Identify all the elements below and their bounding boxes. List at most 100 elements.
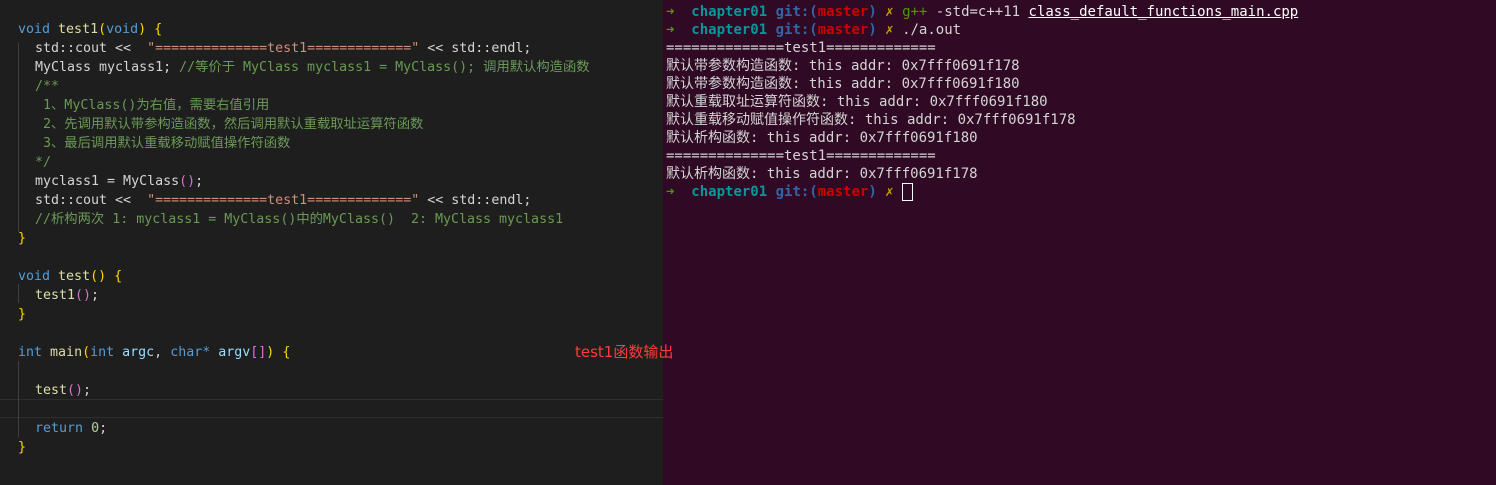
code-line: //析构两次 1: myclass1 = MyClass()中的MyClass(… bbox=[35, 210, 563, 229]
code-token: "==============test1=============" bbox=[147, 193, 420, 208]
current-line-highlight bbox=[0, 399, 663, 418]
terminal-token: ➜ bbox=[666, 4, 692, 20]
code-token: () bbox=[90, 269, 107, 284]
terminal-line: ➜ chapter01 git:(master) ✗ ./a.out bbox=[666, 21, 961, 39]
code-token: } bbox=[18, 231, 27, 246]
terminal-line: 默认带参数构造函数: this addr: 0x7fff0691f180 bbox=[666, 75, 1020, 93]
code-token: //析构两次 1: myclass1 = MyClass()中的MyClass(… bbox=[35, 212, 564, 227]
terminal-token: master bbox=[817, 22, 869, 38]
terminal-line: 默认重载取址运算符函数: this addr: 0x7fff0691f180 bbox=[666, 93, 1048, 111]
code-line: 1、MyClass()为右值，需要右值引用 bbox=[35, 96, 269, 115]
code-token: myclass1 = MyClass bbox=[35, 174, 180, 189]
code-line: void test() { bbox=[18, 267, 122, 286]
terminal-token: class_default_functions_main.cpp bbox=[1028, 4, 1299, 20]
terminal-token: ==============test1============= bbox=[666, 148, 936, 164]
code-line: myclass1 = MyClass(); bbox=[35, 172, 203, 191]
terminal-token: master bbox=[817, 4, 869, 20]
terminal-token: chapter01 bbox=[691, 184, 768, 200]
code-line: 3、最后调用默认重载移动赋值操作符函数 bbox=[35, 134, 290, 153]
code-line: MyClass myclass1; //等价于 MyClass myclass1… bbox=[35, 58, 590, 77]
code-token: } bbox=[18, 440, 27, 455]
code-token: std::cout << bbox=[35, 193, 148, 208]
code-editor[interactable]: void test1(void) {std::cout << "========… bbox=[0, 0, 663, 485]
terminal-line: ➜ chapter01 git:(master) ✗ g++ -std=c++1… bbox=[666, 3, 1298, 21]
code-token: ; bbox=[91, 288, 100, 303]
code-token: 3、最后调用默认重载移动赋值操作符函数 bbox=[35, 136, 291, 151]
code-token: */ bbox=[35, 155, 52, 170]
terminal-token: ➜ bbox=[666, 22, 692, 38]
code-token: test bbox=[35, 383, 68, 398]
terminal-window[interactable]: ➜ chapter01 git:(master) ✗ g++ -std=c++1… bbox=[663, 0, 1496, 485]
code-token: test1 bbox=[58, 22, 99, 37]
terminal-token: 默认析构函数: this addr: 0x7fff0691f180 bbox=[666, 130, 978, 146]
code-token: int bbox=[90, 345, 115, 360]
code-token: test1 bbox=[35, 288, 76, 303]
code-line: 2、先调用默认带参构造函数，然后调用默认重载取址运算符函数 bbox=[35, 115, 423, 134]
terminal-line: ==============test1============= bbox=[666, 39, 936, 57]
terminal-token: ➜ bbox=[666, 184, 692, 200]
terminal-token: ./a.out bbox=[902, 22, 962, 38]
terminal-line: 默认重载移动赋值操作符函数: this addr: 0x7fff0691f178 bbox=[666, 111, 1076, 129]
code-line: } bbox=[18, 438, 26, 457]
code-token: test bbox=[58, 269, 91, 284]
code-line: test1(); bbox=[35, 286, 99, 305]
code-token: char bbox=[170, 345, 203, 360]
terminal-line: 默认析构函数: this addr: 0x7fff0691f178 bbox=[666, 165, 978, 183]
annotation-label: test1函数输出 bbox=[575, 343, 674, 361]
terminal-token: 默认带参数构造函数: this addr: 0x7fff0691f178 bbox=[666, 58, 1020, 74]
code-token: ( bbox=[98, 22, 107, 37]
terminal-token: ==============test1============= bbox=[666, 40, 936, 56]
code-token: main bbox=[50, 345, 83, 360]
code-token: ; bbox=[83, 383, 92, 398]
code-token: () bbox=[179, 174, 196, 189]
code-line: test(); bbox=[35, 381, 91, 400]
terminal-token: master bbox=[817, 184, 869, 200]
code-token: argv bbox=[218, 345, 251, 360]
code-token: [] bbox=[250, 345, 267, 360]
terminal-token: git:( bbox=[775, 184, 818, 200]
code-token: std::cout << bbox=[35, 41, 148, 56]
code-token: 2、先调用默认带参构造函数，然后调用默认重载取址运算符函数 bbox=[35, 117, 424, 132]
terminal-line: 默认带参数构造函数: this addr: 0x7fff0691f178 bbox=[666, 57, 1020, 75]
indent-guide bbox=[18, 284, 19, 303]
code-token: () bbox=[67, 383, 84, 398]
code-token: argc bbox=[122, 345, 155, 360]
terminal-token: chapter01 bbox=[691, 22, 768, 38]
code-token: int bbox=[18, 345, 43, 360]
code-line: } bbox=[18, 305, 26, 324]
terminal-token: ✗ bbox=[885, 4, 903, 20]
terminal-token: ✗ bbox=[885, 22, 903, 38]
code-line: } bbox=[18, 229, 26, 248]
code-token: { bbox=[282, 345, 291, 360]
code-line: */ bbox=[35, 153, 51, 172]
terminal-line: ➜ chapter01 git:(master) ✗ bbox=[666, 183, 914, 201]
code-token: ; bbox=[195, 174, 204, 189]
code-line: std::cout << "==============test1=======… bbox=[35, 191, 531, 210]
terminal-token: -std=c++11 bbox=[927, 4, 1029, 20]
code-token: 0 bbox=[91, 421, 100, 436]
terminal-token: 默认重载移动赋值操作符函数: this addr: 0x7fff0691f178 bbox=[666, 112, 1076, 128]
code-token: "==============test1=============" bbox=[147, 41, 420, 56]
terminal-token: 默认析构函数: this addr: 0x7fff0691f178 bbox=[666, 166, 978, 182]
code-token: void bbox=[18, 269, 51, 284]
code-token: void bbox=[106, 22, 139, 37]
terminal-line: ==============test1============= bbox=[666, 147, 936, 165]
indent-guide bbox=[18, 361, 19, 437]
code-token: ( bbox=[82, 345, 91, 360]
terminal-token: 默认重载取址运算符函数: this addr: 0x7fff0691f180 bbox=[666, 94, 1048, 110]
terminal-token: ✗ bbox=[885, 184, 903, 200]
terminal-token: git:( bbox=[775, 22, 818, 38]
code-line: return 0; bbox=[35, 419, 107, 438]
code-token: { bbox=[154, 22, 163, 37]
